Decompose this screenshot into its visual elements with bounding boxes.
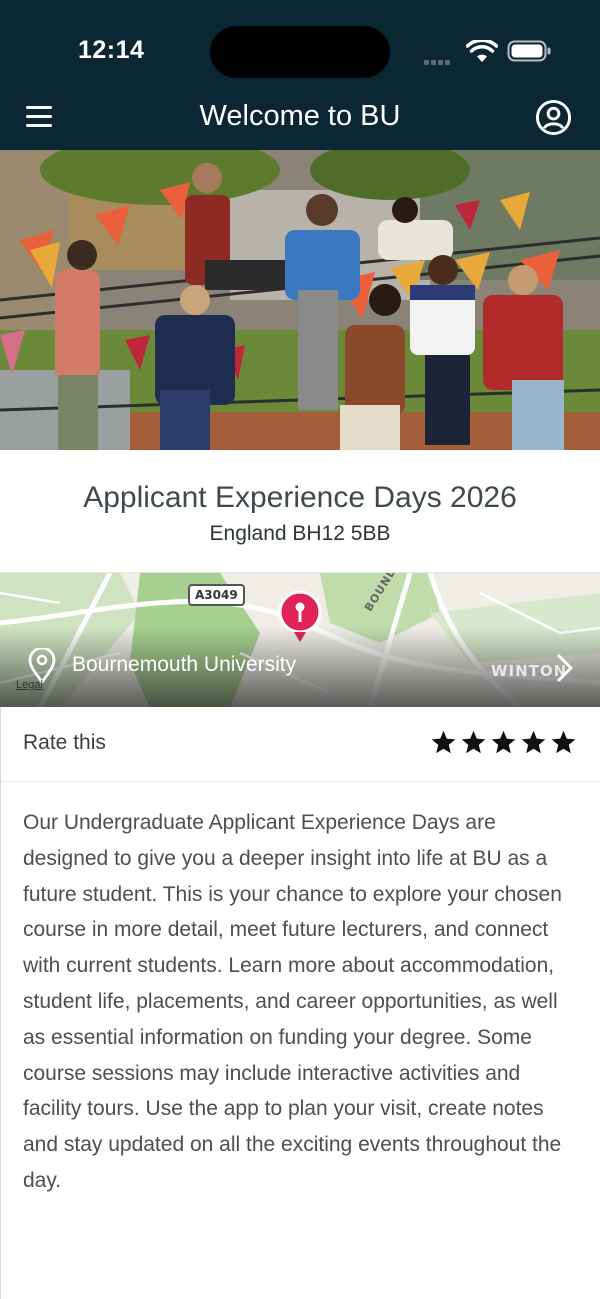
- location-map[interactable]: A3049 BOUNDARY R Bournemouth University …: [0, 572, 600, 707]
- battery-icon: [507, 40, 551, 62]
- star-icon[interactable]: [490, 729, 517, 756]
- status-time: 12:14: [78, 36, 145, 64]
- wifi-icon: [466, 40, 498, 62]
- star-icon[interactable]: [520, 729, 547, 756]
- event-address: England BH12 5BB: [209, 522, 391, 545]
- road-label: A3049: [188, 584, 245, 606]
- page-title: Welcome to BU: [199, 100, 401, 132]
- cellular-signal-icon: [424, 52, 452, 70]
- star-icon[interactable]: [460, 729, 487, 756]
- star-rating[interactable]: [430, 729, 577, 761]
- event-title: Applicant Experience Days 2026: [83, 481, 517, 514]
- rate-label: Rate this: [23, 731, 106, 754]
- content-border: [0, 707, 1, 1299]
- map-legal-link[interactable]: Legal: [16, 679, 43, 691]
- dynamic-island: [210, 26, 390, 78]
- event-description: Our Undergraduate Applicant Experience D…: [23, 811, 562, 1192]
- account-icon[interactable]: [535, 99, 572, 136]
- map-location-name: Bournemouth University: [72, 653, 297, 676]
- star-icon[interactable]: [550, 729, 577, 756]
- chevron-right-icon[interactable]: [556, 653, 574, 683]
- app-header: 12:14 Welcome to BU: [0, 0, 600, 150]
- event-hero-image: [0, 150, 600, 450]
- rating-row: Rate this: [0, 707, 600, 782]
- star-icon[interactable]: [430, 729, 457, 756]
